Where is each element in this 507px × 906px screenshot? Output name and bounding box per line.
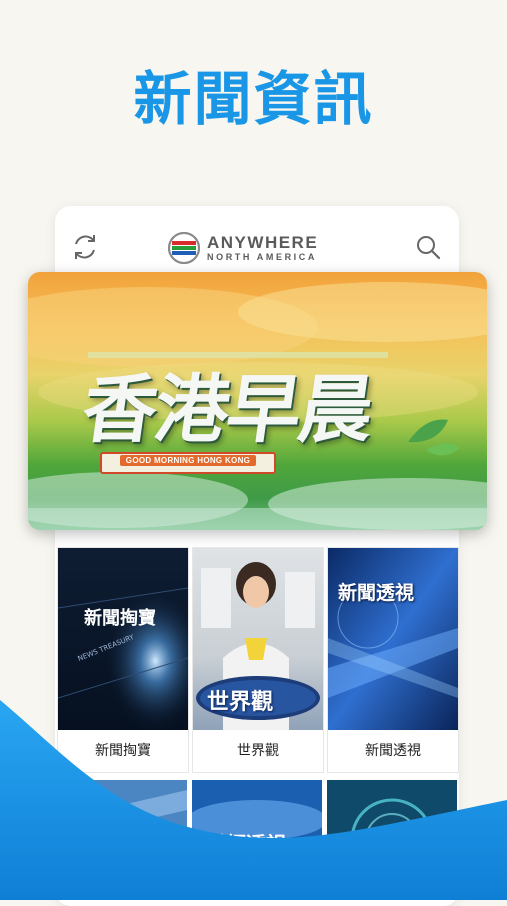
tvb-logo-icon bbox=[168, 232, 200, 264]
brand-logo[interactable]: ANYWHERE NORTH AMERICA bbox=[167, 228, 347, 268]
thumbnail-title: 新聞透視 bbox=[338, 582, 415, 604]
banner-subtitle: GOOD MORNING HONG KONG bbox=[100, 452, 276, 474]
decorative-wave bbox=[0, 700, 507, 900]
banner-title: 香港早晨 bbox=[77, 367, 378, 453]
brand-region: NORTH AMERICA bbox=[207, 252, 317, 262]
app-top-bar: ANYWHERE NORTH AMERICA bbox=[55, 206, 459, 270]
thumbnail-title: 新聞掏寶 bbox=[84, 608, 156, 629]
refresh-icon[interactable] bbox=[70, 232, 100, 262]
page-headline: 新聞資訊 bbox=[133, 65, 374, 133]
search-icon[interactable] bbox=[414, 233, 442, 261]
brand-name: ANYWHERE bbox=[207, 233, 319, 252]
featured-banner[interactable]: 香港早晨 GOOD MORNING HONG KONG bbox=[28, 272, 487, 530]
